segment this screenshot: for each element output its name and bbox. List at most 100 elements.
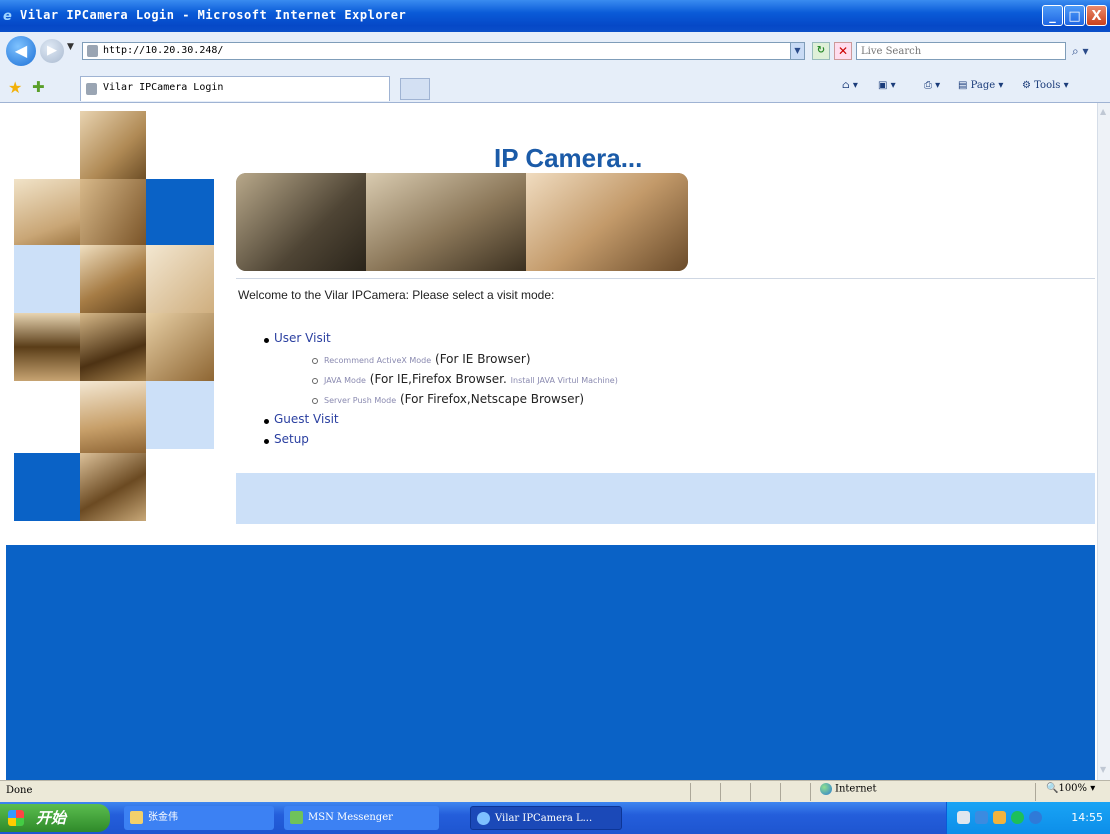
install-java-link[interactable]: Install JAVA Virtul Machine) xyxy=(511,376,618,385)
zoom-label: 100% xyxy=(1058,783,1088,794)
mosaic-photo xyxy=(80,381,146,453)
zoom-icon: 🔍 xyxy=(1046,783,1059,794)
page-title: IP Camera... xyxy=(494,143,643,173)
tab-title: Vilar IPCamera Login xyxy=(103,82,224,93)
recent-pages-dropdown-icon[interactable]: ▼ xyxy=(67,42,74,52)
zoom-level[interactable]: 🔍100% ▾ xyxy=(1046,783,1095,794)
browser-tab[interactable]: Vilar IPCamera Login xyxy=(80,76,390,101)
tools-menu[interactable]: ⚙ Tools ▾ xyxy=(1022,80,1069,91)
title-bar: e Vilar IPCamera Login - Microsoft Inter… xyxy=(0,0,1110,32)
address-input[interactable]: http://10.20.30.248/ xyxy=(82,42,792,60)
mosaic-photo xyxy=(146,313,214,381)
ie-logo-icon: e xyxy=(3,9,12,24)
bullet-icon xyxy=(264,439,269,444)
divider xyxy=(690,783,691,801)
divider xyxy=(780,783,781,801)
messenger-tray-icon[interactable] xyxy=(1011,811,1024,824)
mosaic-photo xyxy=(80,453,146,521)
bullet-icon xyxy=(264,338,269,343)
divider xyxy=(236,278,1095,279)
bullet-icon xyxy=(264,419,269,424)
guest-visit-link[interactable]: Guest Visit xyxy=(274,412,339,426)
activex-mode-desc: (For IE Browser) xyxy=(435,352,531,366)
divider xyxy=(810,783,811,801)
server-push-mode-link[interactable]: Server Push Mode xyxy=(324,396,396,405)
taskbar-item-label: MSN Messenger xyxy=(308,812,393,823)
forward-arrow-icon[interactable]: ▶ xyxy=(40,39,64,63)
zone-label: Internet xyxy=(835,783,877,795)
scroll-up-icon[interactable]: ▲ xyxy=(1100,107,1109,116)
mosaic-photo xyxy=(80,111,146,179)
divider xyxy=(1035,783,1036,801)
page-menu[interactable]: ▤ Page ▾ xyxy=(958,80,1003,91)
add-favorites-icon[interactable]: ✚ xyxy=(32,78,45,96)
refresh-icon[interactable]: ↻ xyxy=(812,42,830,60)
mosaic-photo xyxy=(14,179,80,245)
system-tray: 14:55 xyxy=(946,802,1110,834)
maximize-button[interactable]: □ xyxy=(1064,5,1085,26)
network-icon[interactable] xyxy=(975,811,988,824)
mosaic-photo xyxy=(80,245,146,313)
search-icon[interactable]: ⌕ ▾ xyxy=(1072,42,1102,60)
keyboard-icon[interactable] xyxy=(957,811,970,824)
banner-photo xyxy=(236,173,688,271)
url-text[interactable]: http://10.20.30.248/ xyxy=(103,45,223,56)
mosaic-light-tile xyxy=(14,245,80,313)
start-button[interactable]: 开始 xyxy=(0,804,110,832)
mosaic-photo xyxy=(80,179,146,245)
taskbar-item-folder[interactable]: 张金伟 xyxy=(124,806,274,830)
back-arrow-icon[interactable]: ◀ xyxy=(6,36,36,66)
feeds-icon[interactable]: ▣ ▾ xyxy=(878,80,896,91)
scroll-down-icon[interactable]: ▼ xyxy=(1100,765,1109,774)
divider xyxy=(720,783,721,801)
bullet-icon xyxy=(312,398,318,404)
new-tab-button[interactable] xyxy=(400,78,430,100)
favorites-star-icon[interactable]: ★ xyxy=(8,78,22,97)
tray-app-icon[interactable] xyxy=(993,811,1006,824)
search-input[interactable] xyxy=(857,43,1055,60)
mosaic-photo xyxy=(14,313,80,381)
java-mode-desc: (For IE,Firefox Browser. xyxy=(369,372,507,386)
status-bar: Done xyxy=(0,780,1110,803)
page-footer-blue xyxy=(6,545,1095,780)
minimize-button[interactable]: _ xyxy=(1042,5,1063,26)
bullet-icon xyxy=(312,378,318,384)
security-zone[interactable]: Internet xyxy=(820,783,876,795)
divider xyxy=(750,783,751,801)
tools-menu-label: Tools xyxy=(1034,80,1061,91)
mosaic-blue-tile xyxy=(14,453,80,521)
setup-link[interactable]: Setup xyxy=(274,432,309,446)
status-text: Done xyxy=(6,785,33,796)
close-button[interactable]: X xyxy=(1086,5,1107,26)
volume-icon[interactable] xyxy=(1029,811,1042,824)
taskbar-item-ie[interactable]: Vilar IPCamera L... xyxy=(470,806,622,830)
banner-segment xyxy=(366,173,526,271)
banner-segment xyxy=(526,173,688,271)
page-icon xyxy=(87,45,98,57)
footer-band xyxy=(236,473,1095,524)
print-icon[interactable]: ⎙ ▾ xyxy=(924,80,940,91)
banner-segment xyxy=(236,173,366,271)
mode-row-activex: Recommend ActiveX Mode (For IE Browser) xyxy=(324,352,531,366)
window-title: Vilar IPCamera Login - Microsoft Interne… xyxy=(20,8,407,22)
address-dropdown-icon[interactable]: ▼ xyxy=(790,42,805,60)
folder-icon xyxy=(130,811,143,824)
user-visit-link[interactable]: User Visit xyxy=(274,331,331,345)
globe-icon xyxy=(820,783,832,795)
server-push-mode-desc: (For Firefox,Netscape Browser) xyxy=(399,392,585,406)
mode-row-java: JAVA Mode (For IE,Firefox Browser. Insta… xyxy=(324,372,618,386)
vertical-scrollbar[interactable]: ▲ ▼ xyxy=(1097,103,1110,780)
start-label: 开始 xyxy=(36,809,67,827)
java-mode-link[interactable]: JAVA Mode xyxy=(324,376,366,385)
ie-logo-icon xyxy=(477,812,490,825)
stop-icon[interactable]: ✕ xyxy=(834,42,852,60)
search-field[interactable] xyxy=(856,42,1066,60)
activex-mode-link[interactable]: Recommend ActiveX Mode xyxy=(324,356,431,365)
welcome-text: Welcome to the Vilar IPCamera: Please se… xyxy=(238,288,555,302)
taskbar-item-msn[interactable]: MSN Messenger xyxy=(284,806,439,830)
page-menu-label: Page xyxy=(970,80,996,91)
home-icon[interactable]: ⌂ ▾ xyxy=(842,80,858,91)
page-icon xyxy=(86,83,97,95)
bullet-icon xyxy=(312,358,318,364)
mosaic-blue-tile xyxy=(146,179,214,245)
